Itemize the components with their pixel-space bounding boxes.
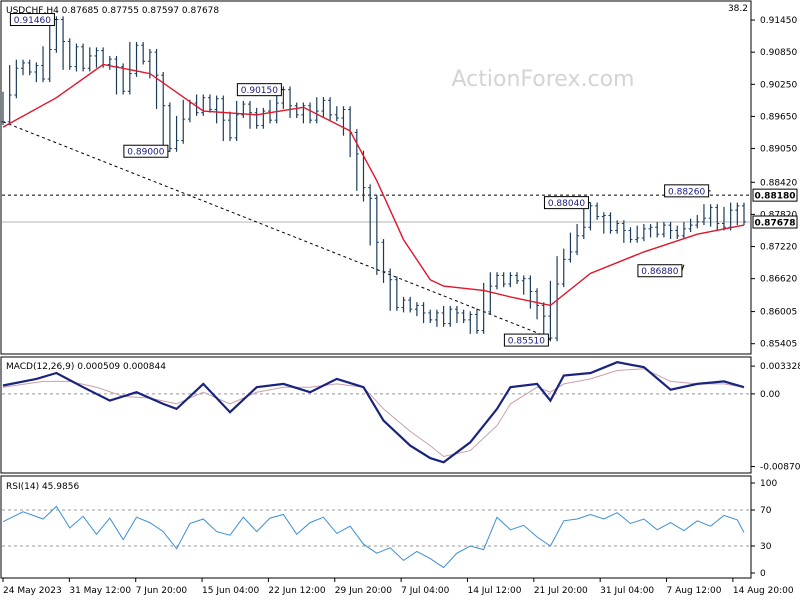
axis-price-label: 0.88180 <box>755 192 796 202</box>
price-tick-label: 0.86005 <box>760 308 797 318</box>
forex-chart: ActionForex.com USDCHF,H4 0.87685 0.8775… <box>0 0 800 596</box>
x-tick-label: 15 Jun 04:00 <box>202 586 259 596</box>
axis-price-label: 0.87678 <box>755 219 796 229</box>
x-tick-label: 24 May 2023 <box>3 586 62 596</box>
x-tick-label: 7 Jun 20:00 <box>136 586 188 596</box>
x-tick-label: 31 Jul 04:00 <box>600 586 654 596</box>
price-tick-label: 0.88420 <box>760 178 797 188</box>
x-tick-label: 21 Jul 20:00 <box>534 586 588 596</box>
x-tick-label: 14 Jul 12:00 <box>467 586 521 596</box>
watermark: ActionForex.com <box>452 67 635 92</box>
price-label-0.88260: 0.88260 <box>668 187 705 197</box>
price-label-0.90150: 0.90150 <box>241 86 278 96</box>
price-tick-label: 0.87220 <box>760 243 797 253</box>
macd-tick-label: -0.008707 <box>760 463 800 473</box>
price-tick-label: 0.90850 <box>760 48 797 58</box>
x-tick-label: 7 Jul 04:00 <box>401 586 450 596</box>
x-tick-label: 7 Aug 12:00 <box>667 586 722 596</box>
x-tick-label: 31 May 12:00 <box>69 586 131 596</box>
x-tick-label: 22 Jun 12:00 <box>268 586 325 596</box>
corner-value: 38.2 <box>728 4 748 14</box>
rsi-tick-label: 70 <box>760 506 772 516</box>
macd-panel <box>0 356 752 474</box>
price-tick-label: 0.90250 <box>760 80 797 90</box>
price-label-0.91460: 0.91460 <box>14 16 51 26</box>
price-panel <box>0 0 752 355</box>
price-tick-label: 0.86620 <box>760 275 797 285</box>
rsi-header: RSI(14) 45.9856 <box>6 482 79 492</box>
macd-tick-label: 0.003328 <box>760 362 800 372</box>
rsi-tick-label: 30 <box>760 542 772 552</box>
rsi-tick-label: 100 <box>760 479 777 489</box>
price-tick-label: 0.89650 <box>760 112 797 122</box>
x-tick-label: 14 Aug 20:00 <box>733 586 794 596</box>
x-tick-label: 29 Jun 20:00 <box>335 586 392 596</box>
price-tick-label: 0.89050 <box>760 145 797 155</box>
rsi-tick-label: 0 <box>760 569 766 579</box>
rsi-panel <box>0 475 752 579</box>
price-label-0.86880: 0.86880 <box>641 267 678 277</box>
macd-header: MACD(12,26,9) 0.000509 0.000844 <box>6 362 166 372</box>
price-tick-label: 0.85405 <box>760 340 797 350</box>
macd-tick-label: 0.00 <box>760 390 780 400</box>
price-label-0.89000: 0.89000 <box>127 148 164 158</box>
price-label-0.85510: 0.85510 <box>508 337 545 347</box>
price-label-0.88040: 0.88040 <box>548 199 585 209</box>
price-tick-label: 0.91450 <box>760 16 797 26</box>
